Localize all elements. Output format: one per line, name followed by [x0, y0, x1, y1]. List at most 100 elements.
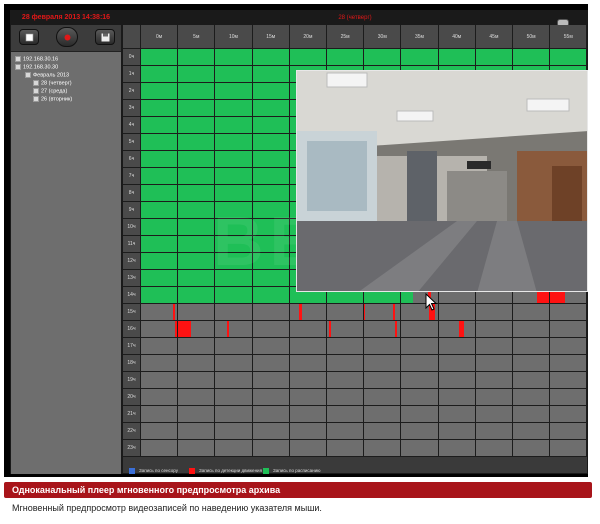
legend-item: Запись по детекции движения	[189, 467, 262, 474]
motion-recording-segment[interactable]	[459, 321, 464, 338]
preview-frame-image	[297, 71, 587, 291]
row-header: 8ч	[123, 185, 141, 202]
window-controls	[555, 14, 581, 45]
row-header: 2ч	[123, 83, 141, 100]
caption-banner: Одноканальный плеер мгновенного предпрос…	[4, 482, 592, 498]
current-datetime: 28 февраля 2013 14:38:16	[11, 11, 121, 25]
grid-line	[123, 456, 587, 457]
expand-toggle-icon[interactable]	[25, 72, 31, 78]
row-header: 14ч	[123, 287, 141, 304]
row-header: 4ч	[123, 117, 141, 134]
tree-node[interactable]: 192.168.30.30	[15, 64, 58, 71]
grid-line	[123, 371, 587, 372]
grid-line	[123, 65, 587, 66]
caption-description: Мгновенный предпросмотр видеозаписей по …	[12, 503, 322, 513]
row-header: 17ч	[123, 338, 141, 355]
row-header: 11ч	[123, 236, 141, 253]
row-header: 16ч	[123, 321, 141, 338]
grid-line	[123, 439, 587, 440]
legend-item: Запись по расписанию	[263, 467, 321, 474]
grid-line	[177, 25, 179, 457]
column-header: 45м	[475, 25, 513, 49]
mouse-cursor-icon	[425, 293, 438, 311]
stop-button[interactable]	[19, 29, 39, 45]
motion-recording-segment[interactable]	[227, 321, 229, 338]
grid-line	[123, 405, 587, 406]
timeline-header: 28 (четверг)	[123, 11, 587, 45]
column-header: 40м	[438, 25, 476, 49]
expand-toggle-icon[interactable]	[15, 56, 21, 62]
row-header: 9ч	[123, 202, 141, 219]
row-header: 3ч	[123, 100, 141, 117]
expand-toggle-icon[interactable]	[15, 64, 21, 70]
motion-recording-segment[interactable]	[395, 321, 397, 338]
tree-node-label: 27 (среда)	[41, 88, 68, 95]
archive-player-window: 28 февраля 2013 14:38:16 192.168.30.16 19…	[4, 4, 588, 477]
tree-node-label: 28 (четверг)	[41, 80, 72, 87]
column-header: 15м	[252, 25, 290, 49]
tree-node[interactable]: 192.168.30.16	[15, 56, 58, 63]
motion-recording-segment[interactable]	[173, 304, 175, 321]
column-header: 35м	[401, 25, 439, 49]
grid-line	[123, 354, 587, 355]
row-header: 5ч	[123, 134, 141, 151]
legend-swatch	[263, 467, 269, 474]
tree-node[interactable]: 26 (вторник)	[33, 96, 72, 103]
row-header: 21ч	[123, 406, 141, 423]
row-header: 13ч	[123, 270, 141, 287]
row-header: 1ч	[123, 66, 141, 83]
left-panel: 28 февраля 2013 14:38:16 192.168.30.16 19…	[10, 10, 122, 474]
row-header: 0ч	[123, 49, 141, 66]
column-header: 25м	[327, 25, 365, 49]
grid-line	[123, 303, 587, 304]
grid-corner	[123, 25, 141, 49]
row-header: 10ч	[123, 219, 141, 236]
video-preview	[296, 70, 588, 292]
row-header: 7ч	[123, 168, 141, 185]
legend-label: Запись по детекции движения	[199, 468, 262, 473]
tree-node-label: Февраль 2013	[33, 72, 70, 79]
row-header: 15ч	[123, 304, 141, 321]
row-header: 19ч	[123, 372, 141, 389]
grid-line	[140, 25, 141, 457]
floppy-icon	[101, 33, 110, 42]
motion-recording-segment[interactable]	[329, 321, 331, 338]
legend-swatch	[189, 467, 195, 474]
row-header: 20ч	[123, 389, 141, 406]
expand-toggle-icon[interactable]	[33, 88, 39, 94]
record-icon	[64, 34, 71, 41]
grid-line	[123, 337, 587, 338]
stop-icon	[25, 33, 34, 42]
legend-item: Запись по сенсору	[129, 467, 178, 474]
column-header: 0м	[141, 25, 179, 49]
row-header: 18ч	[123, 355, 141, 372]
column-header: 20м	[289, 25, 327, 49]
expand-toggle-icon[interactable]	[33, 96, 39, 102]
column-header: 50м	[513, 25, 551, 49]
motion-recording-segment[interactable]	[299, 304, 302, 321]
tree-node-label: 192.168.30.16	[23, 56, 59, 63]
save-button[interactable]	[95, 29, 115, 45]
row-header: 22ч	[123, 423, 141, 440]
column-header: 30м	[364, 25, 402, 49]
record-button[interactable]	[56, 27, 78, 47]
motion-recording-segment[interactable]	[393, 304, 395, 321]
row-header: 23ч	[123, 440, 141, 457]
legend: Запись по сенсору Запись по детекции движ…	[123, 466, 587, 475]
expand-toggle-icon[interactable]	[33, 80, 39, 86]
legend-swatch	[129, 467, 135, 474]
row-header: 6ч	[123, 151, 141, 168]
tree-node[interactable]: 27 (среда)	[33, 88, 67, 95]
tree-node[interactable]: 28 (четверг)	[33, 80, 72, 87]
legend-label: Запись по расписанию	[273, 468, 321, 473]
tree-node-label: 192.168.30.30	[23, 64, 59, 71]
grid-line	[123, 48, 587, 49]
column-header: 10м	[215, 25, 253, 49]
selected-day: 28 (четверг)	[338, 15, 372, 21]
column-header: 5м	[178, 25, 216, 49]
tree-node-label: 26 (вторник)	[41, 96, 73, 103]
grid-line	[123, 422, 587, 423]
grid-line	[123, 320, 587, 321]
tree-node[interactable]: Февраль 2013	[25, 72, 69, 79]
grid-line	[123, 388, 587, 389]
